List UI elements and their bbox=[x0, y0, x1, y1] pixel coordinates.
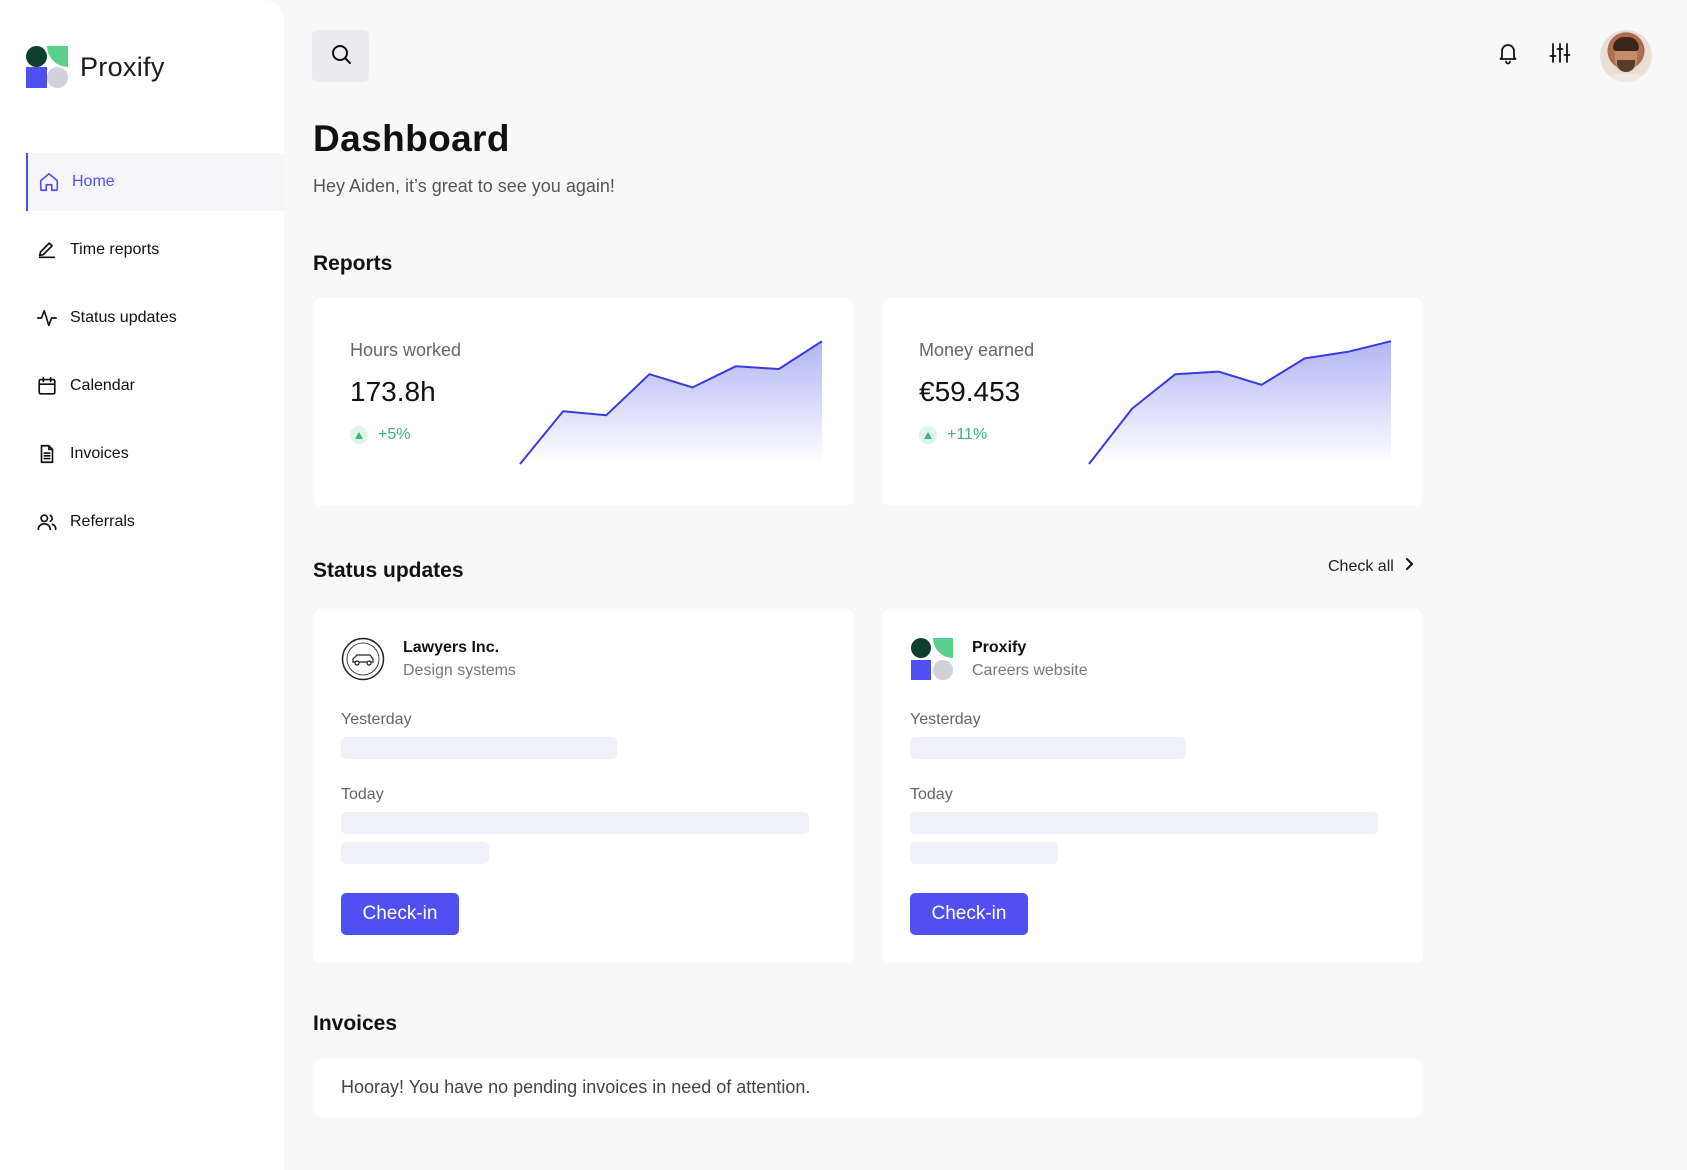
sidebar-item-label: Calendar bbox=[70, 377, 135, 394]
status-card-proxify: Proxify Careers website Yesterday Today … bbox=[882, 609, 1423, 963]
today-placeholder bbox=[910, 812, 1378, 834]
sidebar-item-home[interactable]: Home bbox=[26, 153, 284, 211]
report-delta-value: +11% bbox=[947, 426, 988, 443]
project-name: Careers website bbox=[972, 661, 1088, 679]
page-subtitle: Hey Aiden, it’s great to see you again! bbox=[313, 176, 615, 196]
settings-button[interactable] bbox=[1547, 42, 1573, 68]
check-in-button[interactable]: Check-in bbox=[910, 893, 1028, 935]
calendar-icon bbox=[36, 375, 58, 397]
yesterday-placeholder bbox=[910, 737, 1186, 759]
document-icon bbox=[36, 443, 58, 465]
sidebar-item-time-reports[interactable]: Time reports bbox=[26, 221, 284, 279]
invoices-card: Hooray! You have no pending invoices in … bbox=[313, 1059, 1423, 1117]
brand-name: Proxify bbox=[80, 51, 165, 82]
bell-icon bbox=[1496, 41, 1520, 70]
report-value: €59.453 bbox=[919, 376, 1021, 407]
proxify-logo bbox=[910, 637, 954, 681]
search-button[interactable] bbox=[312, 30, 369, 82]
money-earned-chart bbox=[1088, 340, 1392, 465]
invoices-message: Hooray! You have no pending invoices in … bbox=[341, 1077, 811, 1097]
report-delta: +11% bbox=[919, 426, 987, 444]
chart-area bbox=[520, 341, 822, 464]
status-card-header: Proxify Careers website bbox=[910, 637, 1088, 681]
chevron-right-icon bbox=[1394, 556, 1414, 577]
today-label: Today bbox=[341, 786, 384, 803]
arrow-up-icon bbox=[350, 426, 368, 444]
sidebar-item-calendar[interactable]: Calendar bbox=[26, 357, 284, 415]
report-label: Money earned bbox=[919, 340, 1035, 360]
pencil-icon bbox=[36, 239, 58, 261]
sidebar-nav: Home Time reports Status updates Calenda… bbox=[26, 153, 284, 561]
status-updates-title: Status updates bbox=[313, 559, 464, 582]
report-card-hours[interactable]: Hours worked 173.8h +5% bbox=[313, 298, 854, 506]
user-avatar[interactable] bbox=[1600, 30, 1652, 82]
report-label: Hours worked bbox=[350, 340, 462, 360]
yesterday-label: Yesterday bbox=[910, 711, 981, 728]
check-all-link[interactable]: Check all bbox=[1328, 556, 1414, 577]
yesterday-label: Yesterday bbox=[341, 711, 412, 728]
company-name: Proxify bbox=[972, 638, 1027, 656]
today-placeholder bbox=[341, 842, 489, 864]
sidebar-item-label: Referrals bbox=[70, 513, 135, 530]
arrow-up-icon bbox=[919, 426, 937, 444]
sidebar-item-label: Time reports bbox=[70, 241, 160, 258]
invoices-title: Invoices bbox=[313, 1012, 398, 1035]
users-icon bbox=[36, 511, 58, 533]
report-delta: +5% bbox=[350, 426, 410, 444]
report-value: 173.8h bbox=[350, 376, 436, 407]
today-placeholder bbox=[341, 812, 809, 834]
sidebar-item-label: Home bbox=[72, 173, 115, 190]
report-delta-value: +5% bbox=[378, 426, 411, 443]
sidebar-item-label: Invoices bbox=[70, 445, 129, 462]
today-label: Today bbox=[910, 786, 953, 803]
sidebar-item-label: Status updates bbox=[70, 309, 177, 326]
search-icon bbox=[329, 42, 353, 71]
activity-icon bbox=[36, 307, 58, 329]
proxify-logo-mark bbox=[26, 46, 68, 88]
lawyers-logo bbox=[341, 637, 385, 681]
home-icon bbox=[38, 171, 60, 193]
check-in-button[interactable]: Check-in bbox=[341, 893, 459, 935]
company-name: Lawyers Inc. bbox=[403, 638, 500, 656]
sliders-icon bbox=[1548, 41, 1572, 70]
sidebar: Proxify Home Time reports Status updates… bbox=[0, 0, 284, 1170]
chart-area bbox=[1089, 341, 1391, 464]
check-all-label: Check all bbox=[1328, 557, 1394, 575]
hours-worked-chart bbox=[519, 340, 823, 465]
notifications-button[interactable] bbox=[1495, 42, 1521, 68]
sidebar-item-referrals[interactable]: Referrals bbox=[26, 493, 284, 551]
status-card-lawyers: Lawyers Inc. Design systems Yesterday To… bbox=[313, 609, 854, 963]
report-card-money[interactable]: Money earned €59.453 +11% bbox=[882, 298, 1423, 506]
page-title: Dashboard bbox=[313, 118, 510, 159]
today-placeholder bbox=[910, 842, 1058, 864]
project-name: Design systems bbox=[403, 661, 516, 679]
brand-logo[interactable]: Proxify bbox=[26, 46, 165, 88]
sidebar-item-invoices[interactable]: Invoices bbox=[26, 425, 284, 483]
sidebar-item-status-updates[interactable]: Status updates bbox=[26, 289, 284, 347]
yesterday-placeholder bbox=[341, 737, 617, 759]
status-card-header: Lawyers Inc. Design systems bbox=[341, 637, 516, 681]
reports-title: Reports bbox=[313, 252, 393, 275]
